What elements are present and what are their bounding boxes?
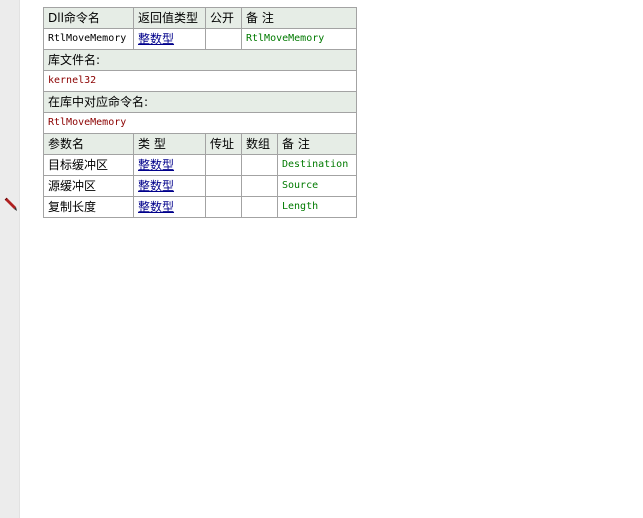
return-type-header: 返回值类型: [133, 7, 206, 29]
alias-value-row: RtlMoveMemory: [42, 112, 358, 134]
library-value-row: kernel32: [42, 70, 358, 92]
param-type-cell[interactable]: 整数型: [133, 154, 206, 176]
dll-declaration-editor: Dll命令名 返回值类型 公开 备 注 RtlMoveMemory 整数型 Rt…: [42, 7, 358, 218]
param-array-cell[interactable]: [241, 154, 278, 176]
dll-declaration-table: Dll命令名 返回值类型 公开 备 注 RtlMoveMemory 整数型 Rt…: [42, 7, 358, 218]
param-byref-cell[interactable]: [205, 175, 242, 197]
library-label: 库文件名:: [42, 49, 358, 71]
dll-header-row: Dll命令名 返回值类型 公开 备 注: [43, 7, 358, 29]
param-name-cell[interactable]: 复制长度: [43, 196, 134, 218]
pen-icon: [4, 197, 17, 211]
public-cell[interactable]: [205, 28, 242, 50]
param-array-cell[interactable]: [241, 196, 278, 218]
param-row: 目标缓冲区 整数型 Destination: [43, 154, 358, 176]
param-byref-cell[interactable]: [205, 154, 242, 176]
return-type-cell[interactable]: 整数型: [133, 28, 206, 50]
library-value-cell[interactable]: kernel32: [42, 70, 358, 92]
param-type-header: 类 型: [133, 133, 206, 155]
dll-name-cell[interactable]: RtlMoveMemory: [43, 28, 134, 50]
dll-name-header: Dll命令名: [43, 7, 134, 29]
dll-remark-header: 备 注: [240, 7, 358, 29]
param-array-cell[interactable]: [241, 175, 278, 197]
param-name-cell[interactable]: 源缓冲区: [43, 175, 134, 197]
param-byref-header: 传址: [205, 133, 242, 155]
param-type-cell[interactable]: 整数型: [133, 196, 206, 218]
dll-remark-cell[interactable]: RtlMoveMemory: [240, 28, 358, 50]
param-type-link[interactable]: 整数型: [138, 179, 174, 193]
param-type-link[interactable]: 整数型: [138, 200, 174, 214]
param-type-link[interactable]: 整数型: [138, 158, 174, 172]
alias-label: 在库中对应命令名:: [42, 91, 358, 113]
param-remark-cell[interactable]: Destination: [276, 154, 358, 176]
param-byref-cell[interactable]: [205, 196, 242, 218]
return-type-link[interactable]: 整数型: [138, 32, 174, 46]
param-remark-header: 备 注: [276, 133, 358, 155]
param-name-cell[interactable]: 目标缓冲区: [43, 154, 134, 176]
public-header: 公开: [205, 7, 242, 29]
param-row: 源缓冲区 整数型 Source: [43, 175, 358, 197]
alias-label-row: 在库中对应命令名:: [42, 91, 358, 113]
dll-value-row: RtlMoveMemory 整数型 RtlMoveMemory: [43, 28, 358, 50]
param-row: 复制长度 整数型 Length: [43, 196, 358, 218]
param-name-header: 参数名: [43, 133, 134, 155]
param-remark-cell[interactable]: Length: [276, 196, 358, 218]
param-type-cell[interactable]: 整数型: [133, 175, 206, 197]
param-header-row: 参数名 类 型 传址 数组 备 注: [43, 133, 358, 155]
alias-value-cell[interactable]: RtlMoveMemory: [42, 112, 358, 134]
param-array-header: 数组: [241, 133, 278, 155]
library-label-row: 库文件名:: [42, 49, 358, 71]
param-remark-cell[interactable]: Source: [276, 175, 358, 197]
editor-gutter: [0, 0, 20, 518]
